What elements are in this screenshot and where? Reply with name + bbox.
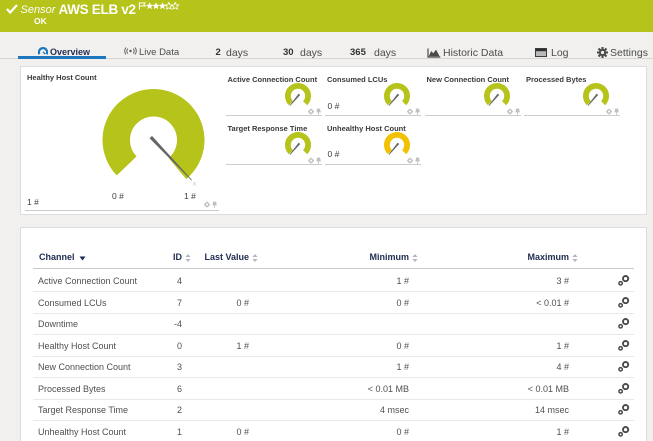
svg-text:x: x (193, 182, 196, 187)
